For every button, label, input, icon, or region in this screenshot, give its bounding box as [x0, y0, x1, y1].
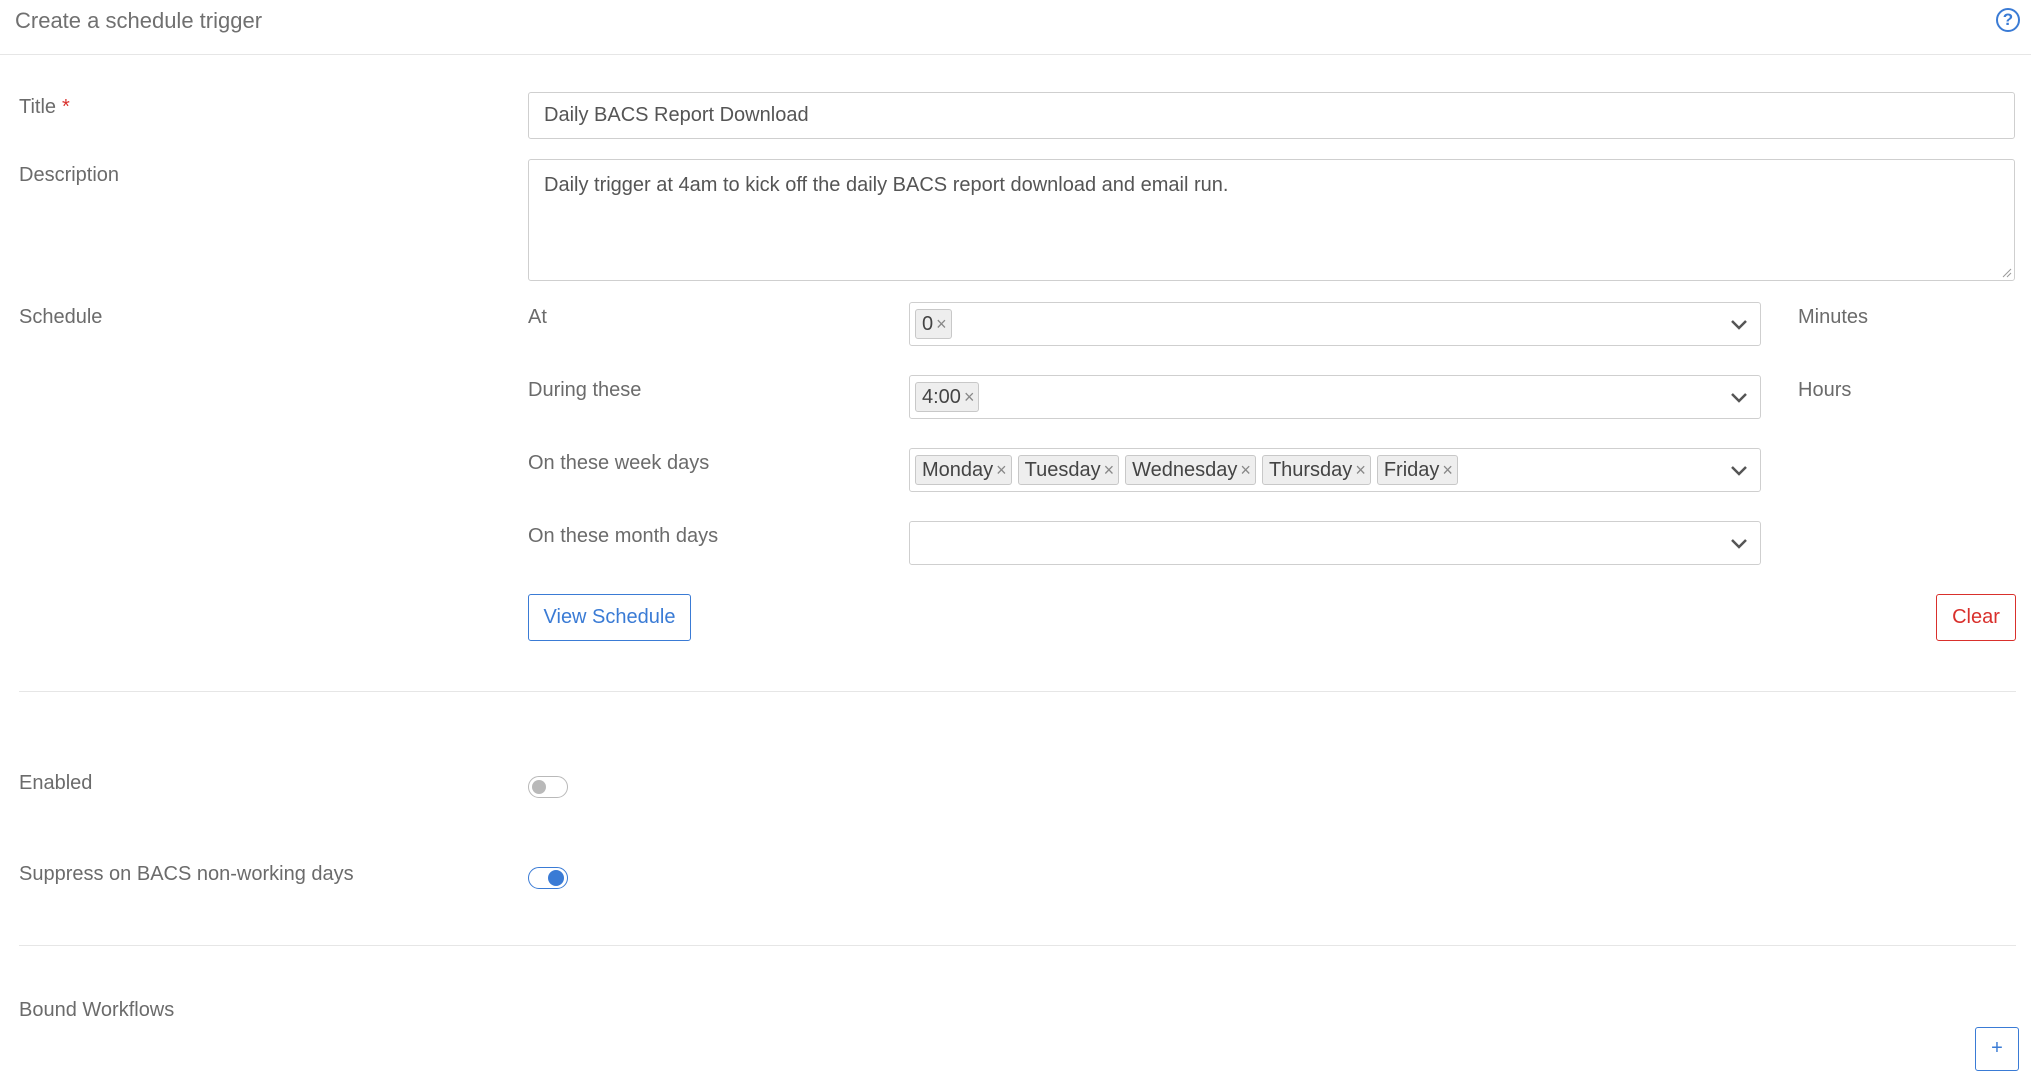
minutes-unit-label: Minutes — [1798, 306, 1869, 328]
title-label: Title * — [19, 95, 70, 119]
page-title: Create a schedule trigger — [15, 8, 263, 33]
weekday-chip-friday: Friday × — [1376, 455, 1458, 485]
section-divider — [19, 945, 2016, 946]
minutes-select[interactable]: 0 × — [909, 302, 1761, 346]
remove-chip-icon[interactable]: × — [1104, 456, 1115, 484]
title-label-text: Title — [19, 96, 57, 118]
weekdays-select[interactable]: Monday × Tuesday × Wednesday × Thursday … — [909, 448, 1761, 492]
header-bar — [0, 0, 2031, 55]
hours-select[interactable]: 4:00 × — [909, 375, 1761, 419]
description-textarea[interactable]: Daily trigger at 4am to kick off the dai… — [528, 159, 2015, 281]
remove-chip-icon[interactable]: × — [1355, 456, 1366, 484]
suppress-label: Suppress on BACS non-working days — [19, 863, 354, 885]
remove-chip-icon[interactable]: × — [936, 310, 947, 338]
hours-row-label: During these — [528, 379, 642, 401]
remove-chip-icon[interactable]: × — [964, 383, 975, 411]
chip-label: 0 — [922, 313, 934, 335]
question-circle-icon[interactable]: ? — [1996, 8, 2020, 32]
toggle-knob — [532, 780, 546, 794]
chevron-down-icon[interactable] — [1728, 386, 1750, 408]
chevron-down-icon[interactable] — [1728, 532, 1750, 554]
add-workflow-button[interactable]: + — [1975, 1027, 2019, 1071]
weekday-chip-wednesday: Wednesday × — [1125, 455, 1256, 485]
monthdays-select[interactable] — [909, 521, 1761, 565]
weekdays-row-label: On these week days — [528, 452, 710, 474]
chip-label: 4:00 — [922, 386, 961, 408]
suppress-toggle[interactable] — [528, 867, 568, 889]
section-divider — [19, 691, 2016, 692]
weekday-chip-thursday: Thursday × — [1261, 455, 1371, 485]
minutes-row-label: At — [528, 306, 547, 328]
remove-chip-icon[interactable]: × — [1442, 456, 1453, 484]
minute-chip: 0 × — [915, 309, 952, 339]
chip-label: Friday — [1383, 459, 1440, 481]
weekday-chip-tuesday: Tuesday × — [1017, 455, 1120, 485]
monthdays-row-label: On these month days — [528, 525, 719, 547]
title-input[interactable] — [528, 92, 2015, 139]
view-schedule-button[interactable]: View Schedule — [528, 594, 691, 641]
bound-workflows-label: Bound Workflows — [19, 999, 175, 1021]
resize-grip-icon[interactable] — [2002, 268, 2012, 278]
description-label: Description — [19, 164, 120, 186]
chip-label: Wednesday — [1132, 459, 1238, 481]
hours-unit-label: Hours — [1798, 379, 1852, 401]
description-wrapper: Daily trigger at 4am to kick off the dai… — [528, 159, 2015, 281]
enabled-label: Enabled — [19, 772, 93, 794]
chip-label: Tuesday — [1024, 459, 1101, 481]
weekday-chip-monday: Monday × — [915, 455, 1012, 485]
enabled-toggle[interactable] — [528, 776, 568, 798]
clear-button[interactable]: Clear — [1936, 594, 2016, 641]
toggle-knob — [548, 870, 564, 886]
chip-label: Thursday — [1268, 459, 1353, 481]
chevron-down-icon[interactable] — [1728, 459, 1750, 481]
schedule-label: Schedule — [19, 306, 103, 328]
chevron-down-icon[interactable] — [1728, 313, 1750, 335]
chip-label: Monday — [922, 459, 994, 481]
remove-chip-icon[interactable]: × — [996, 456, 1007, 484]
required-marker: * — [62, 96, 70, 118]
hour-chip: 4:00 × — [915, 382, 980, 412]
remove-chip-icon[interactable]: × — [1240, 456, 1251, 484]
